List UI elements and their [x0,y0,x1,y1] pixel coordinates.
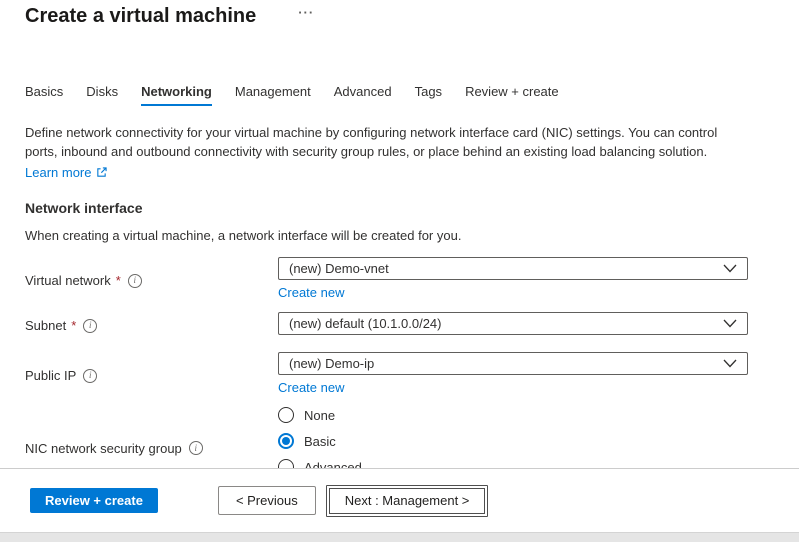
network-interface-form: Virtual network * i (new) Demo-vnet Creat… [25,257,748,468]
public-ip-value: (new) Demo-ip [289,356,374,371]
subnet-value: (new) default (10.1.0.0/24) [289,316,441,331]
radio-unselected-icon [278,407,294,423]
required-asterisk: * [71,318,76,333]
next-management-button[interactable]: Next : Management > [326,485,489,517]
nsg-option-none[interactable]: None [278,407,748,423]
bottom-scrollbar-track[interactable] [0,532,799,542]
tab-basics[interactable]: Basics [25,84,63,106]
nsg-option-advanced-label: Advanced [304,460,362,469]
chevron-down-icon [723,319,737,328]
radio-unselected-icon [278,459,294,468]
page-title: Create a virtual machine [25,2,256,30]
tab-disks[interactable]: Disks [86,84,118,106]
tab-networking[interactable]: Networking [141,84,212,106]
nsg-option-basic-label: Basic [304,434,336,449]
tab-tags[interactable]: Tags [415,84,442,106]
networking-tab-content: Create a virtual machine ··· Basics Disk… [0,0,799,468]
subnet-control: (new) default (10.1.0.0/24) [278,312,748,335]
external-link-icon [96,167,107,178]
section-heading: Network interface [25,200,748,216]
chevron-down-icon [723,359,737,368]
nsg-option-advanced[interactable]: Advanced [278,459,748,468]
tab-management[interactable]: Management [235,84,311,106]
tab-review-create[interactable]: Review + create [465,84,559,106]
public-ip-select[interactable]: (new) Demo-ip [278,352,748,375]
public-ip-label: Public IP [25,368,76,383]
nic-nsg-radio-group: None Basic Advanced [278,407,748,468]
nic-nsg-label-group: NIC network security group i [25,407,278,468]
create-new-public-ip-link[interactable]: Create new [278,380,344,395]
nsg-option-none-label: None [304,408,335,423]
nic-nsg-row: NIC network security group i None Basic … [25,407,748,468]
public-ip-control: (new) Demo-ip Create new [278,352,748,395]
public-ip-label-group: Public IP i [25,352,278,395]
wizard-footer: Review + create < Previous Next : Manage… [0,468,799,532]
learn-more-link[interactable]: Learn more [25,163,107,182]
virtual-network-control: (new) Demo-vnet Create new [278,257,748,300]
required-asterisk: * [116,273,121,288]
info-icon[interactable]: i [83,369,97,383]
radio-selected-icon [278,433,294,449]
info-icon[interactable]: i [83,319,97,333]
info-icon[interactable]: i [128,274,142,288]
subnet-row: Subnet * i (new) default (10.1.0.0/24) [25,312,748,335]
previous-button[interactable]: < Previous [218,486,316,515]
chevron-down-icon [723,264,737,273]
intro-text: Define network connectivity for your vir… [25,123,748,161]
virtual-network-label: Virtual network [25,273,111,288]
virtual-network-row: Virtual network * i (new) Demo-vnet Creat… [25,257,748,300]
create-new-vnet-link[interactable]: Create new [278,285,344,300]
wizard-tabs: Basics Disks Networking Management Advan… [25,84,748,106]
page-header: Create a virtual machine ··· [25,0,748,30]
public-ip-row: Public IP i (new) Demo-ip Create new [25,352,748,395]
subnet-label-group: Subnet * i [25,312,278,335]
virtual-network-select[interactable]: (new) Demo-vnet [278,257,748,280]
info-icon[interactable]: i [189,441,203,455]
section-subtext: When creating a virtual machine, a netwo… [25,228,748,243]
nsg-option-basic[interactable]: Basic [278,433,748,449]
subnet-label: Subnet [25,318,66,333]
virtual-network-value: (new) Demo-vnet [289,261,389,276]
nic-nsg-label: NIC network security group [25,441,182,456]
learn-more-row: Learn more [25,163,748,182]
subnet-select[interactable]: (new) default (10.1.0.0/24) [278,312,748,335]
more-options-icon[interactable]: ··· [298,5,314,20]
tab-advanced[interactable]: Advanced [334,84,392,106]
review-create-button[interactable]: Review + create [30,488,158,513]
virtual-network-label-group: Virtual network * i [25,257,278,300]
learn-more-label: Learn more [25,163,91,182]
